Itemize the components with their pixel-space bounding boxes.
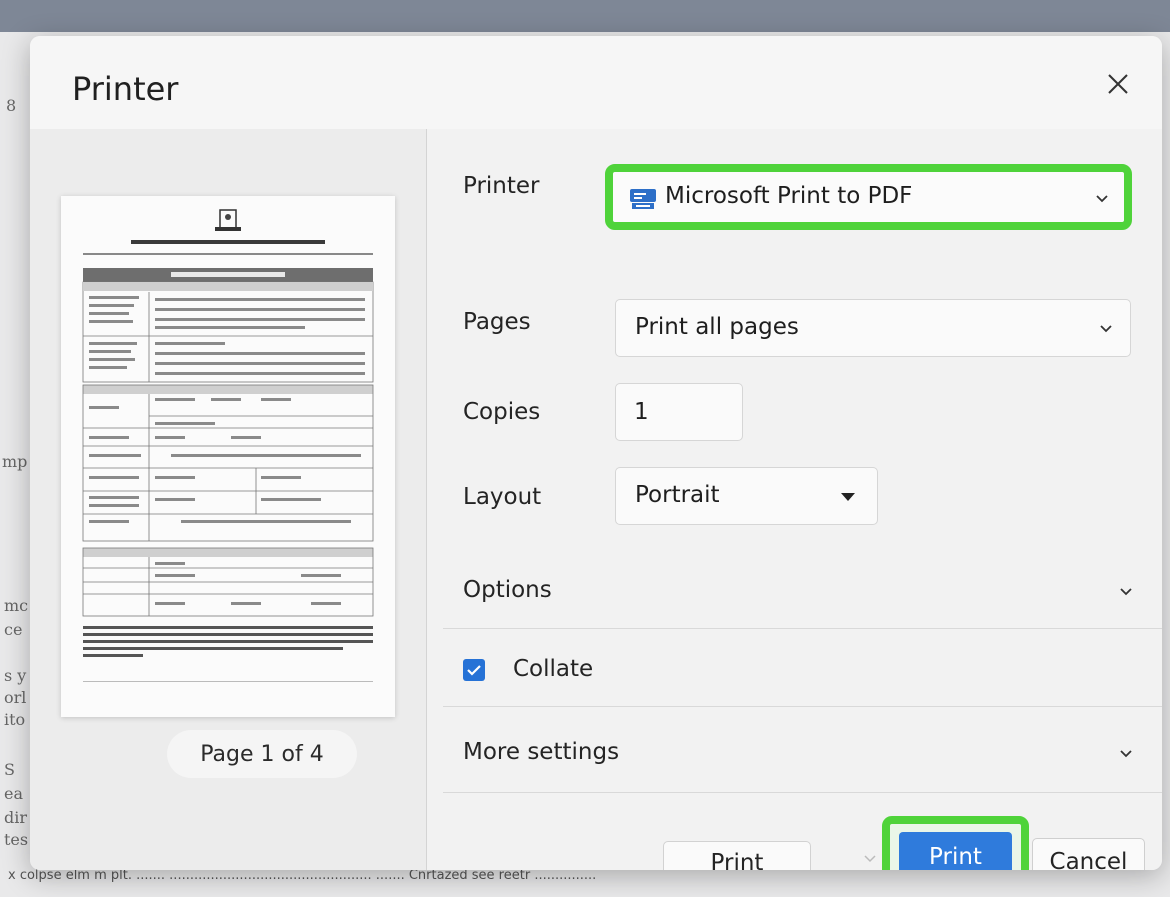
crest-icon — [215, 209, 241, 231]
dialog-header: Printer — [30, 36, 1162, 129]
background-text: mc — [4, 596, 29, 615]
background-text: dir — [4, 808, 28, 827]
close-icon — [1108, 74, 1128, 94]
background-text: mp — [2, 452, 28, 471]
background-text: tes — [4, 830, 29, 849]
background-text: s y — [4, 666, 27, 685]
more-settings-expander[interactable]: More settings — [427, 723, 1162, 783]
print-button[interactable]: Print — [899, 832, 1012, 870]
document-thumbnail — [82, 209, 374, 682]
separator — [443, 628, 1162, 629]
close-button[interactable] — [1100, 66, 1136, 102]
chevron-down-icon — [1100, 325, 1112, 333]
chevron-down-icon — [1120, 588, 1132, 596]
collate-label[interactable]: Collate — [513, 656, 593, 682]
page-indicator: Page 1 of 4 — [167, 730, 357, 778]
settings-pane: Printer Microsoft Print to PDF Pages Pri… — [427, 129, 1162, 870]
preview-pane: Page 1 of 4 — [30, 129, 426, 870]
printer-label: Printer — [463, 173, 540, 199]
printer-value: Microsoft Print to PDF — [665, 183, 913, 209]
dialog-title: Printer — [72, 70, 179, 108]
background-titlebar — [0, 0, 1170, 32]
chevron-down-icon — [1120, 750, 1132, 758]
printer-select[interactable]: Microsoft Print to PDF — [605, 164, 1132, 230]
pages-label: Pages — [463, 309, 531, 335]
background-text-line: x colpse elm m plt. ....... ............… — [8, 868, 597, 883]
layout-label: Layout — [463, 484, 542, 510]
copies-input[interactable]: 1 — [615, 383, 743, 441]
print-button-highlight: Print — [882, 816, 1029, 870]
dropdown-arrow-icon — [841, 493, 855, 501]
layout-value: Portrait — [635, 482, 720, 508]
print-dialog: Printer Page 1 of 4 Printer Microsoft Pr… — [30, 36, 1162, 870]
options-expander[interactable]: Options — [427, 561, 1162, 621]
background-text: S — [4, 760, 15, 779]
background-text: ito — [4, 710, 26, 729]
collate-checkbox[interactable] — [463, 659, 485, 681]
chevron-down-icon[interactable] — [863, 851, 877, 865]
background-text: 8 — [6, 96, 17, 115]
cancel-button[interactable]: Cancel — [1032, 838, 1145, 870]
background-text: orl — [4, 688, 27, 707]
background-text: ce — [4, 620, 23, 639]
layout-select[interactable]: Portrait — [615, 467, 878, 525]
options-label: Options — [463, 577, 552, 603]
page-preview[interactable]: Page 1 of 4 — [61, 196, 395, 778]
print-secondary-button[interactable]: Print — [663, 841, 811, 870]
copies-label: Copies — [463, 399, 541, 425]
checkmark-icon — [467, 665, 481, 676]
background-text: ea — [4, 784, 24, 803]
pages-value: Print all pages — [635, 314, 799, 340]
separator — [443, 792, 1162, 793]
pages-select[interactable]: Print all pages — [615, 299, 1131, 357]
separator — [443, 706, 1162, 707]
more-settings-label: More settings — [463, 739, 620, 765]
printer-icon — [630, 189, 656, 209]
chevron-down-icon — [1096, 195, 1108, 203]
